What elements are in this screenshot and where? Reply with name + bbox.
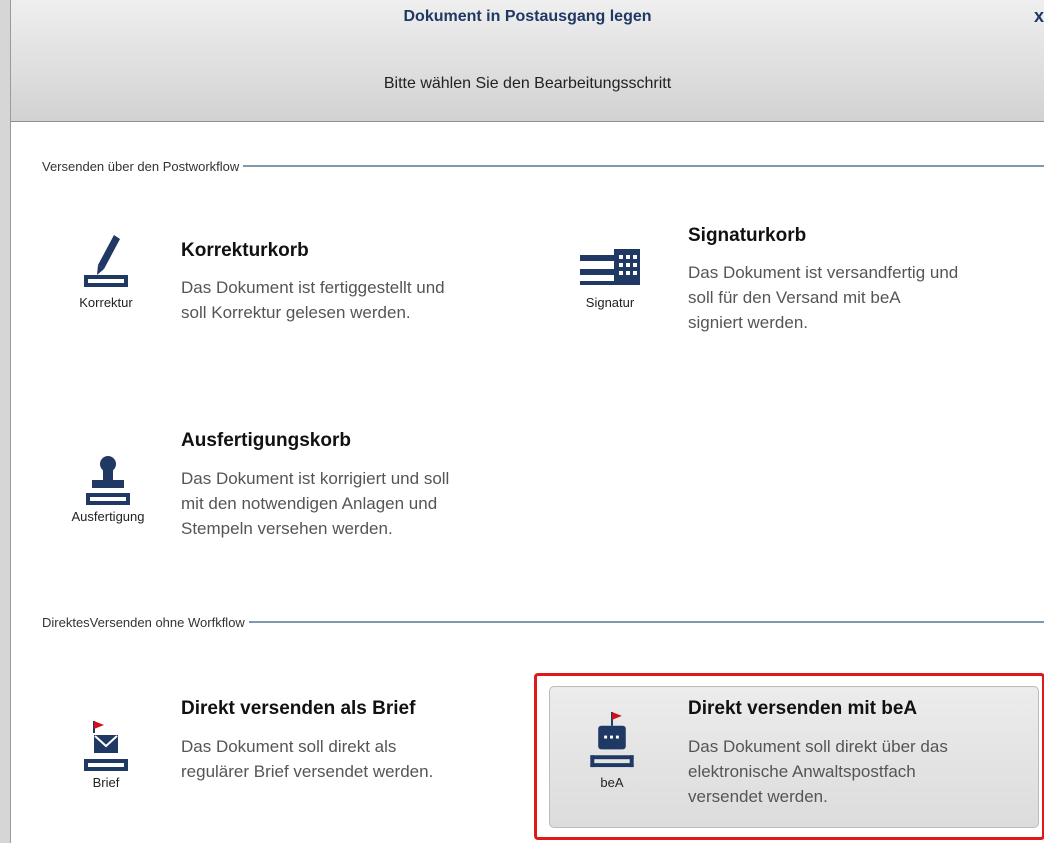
signature-tray-icon bbox=[580, 249, 640, 285]
icon-label: Ausfertigung bbox=[71, 509, 145, 524]
icon-label: Korrektur bbox=[79, 295, 133, 310]
section-divider bbox=[243, 165, 1044, 167]
option-direkt-brief[interactable]: Brief Direkt versenden als Brief Das Dok… bbox=[66, 690, 536, 830]
option-signaturkorb[interactable]: Signatur Signaturkorb Das Dokument ist v… bbox=[570, 222, 1030, 362]
dialog-subtitle: Bitte wählen Sie den Bearbeitungsschritt bbox=[383, 75, 672, 92]
icon-label: Signatur bbox=[585, 295, 635, 310]
ausfertigung-icon-block: Ausfertigung bbox=[56, 444, 160, 524]
dialog-header: Dokument in Postausgang legen x Bitte wä… bbox=[11, 0, 1044, 122]
option-description: Das Dokument ist fertiggestellt und soll… bbox=[181, 278, 445, 322]
close-icon[interactable]: x bbox=[1034, 6, 1044, 27]
option-description: Das Dokument ist korrigiert und soll mit… bbox=[181, 469, 450, 538]
window-left-edge bbox=[0, 0, 11, 843]
stamp-icon bbox=[86, 456, 130, 505]
brief-icon-block: Brief bbox=[66, 710, 146, 790]
section-direct: DirektesVersenden ohne Worfkflow bbox=[42, 612, 1044, 632]
option-korrekturkorb[interactable]: Korrektur Korrekturkorb Das Dokument ist… bbox=[66, 230, 536, 370]
option-title: Signaturkorb bbox=[688, 225, 807, 246]
section-label: DirektesVersenden ohne Worfkflow bbox=[42, 614, 245, 630]
selection-highlight-frame bbox=[534, 673, 1044, 840]
option-description: Das Dokument soll direkt als regulärer B… bbox=[181, 737, 434, 781]
pen-icon bbox=[84, 235, 128, 287]
korrektur-icon-block: Korrektur bbox=[66, 230, 146, 310]
option-description: Das Dokument ist versandfertig und soll … bbox=[688, 263, 959, 332]
option-title: Direkt versenden als Brief bbox=[181, 698, 416, 719]
option-title: Ausfertigungskorb bbox=[181, 430, 351, 451]
envelope-icon bbox=[84, 721, 128, 771]
signatur-icon-block: Signatur bbox=[570, 230, 650, 310]
section-divider bbox=[248, 621, 1044, 623]
dialog-title: Dokument in Postausgang legen bbox=[403, 8, 652, 25]
section-postworkflow: Versenden über den Postworkflow bbox=[42, 156, 1044, 176]
option-title: Korrekturkorb bbox=[181, 240, 309, 261]
section-label: Versenden über den Postworkflow bbox=[42, 158, 240, 174]
option-ausfertigungskorb[interactable]: Ausfertigung Ausfertigungskorb Das Dokum… bbox=[56, 424, 536, 564]
icon-label: Brief bbox=[92, 775, 120, 790]
